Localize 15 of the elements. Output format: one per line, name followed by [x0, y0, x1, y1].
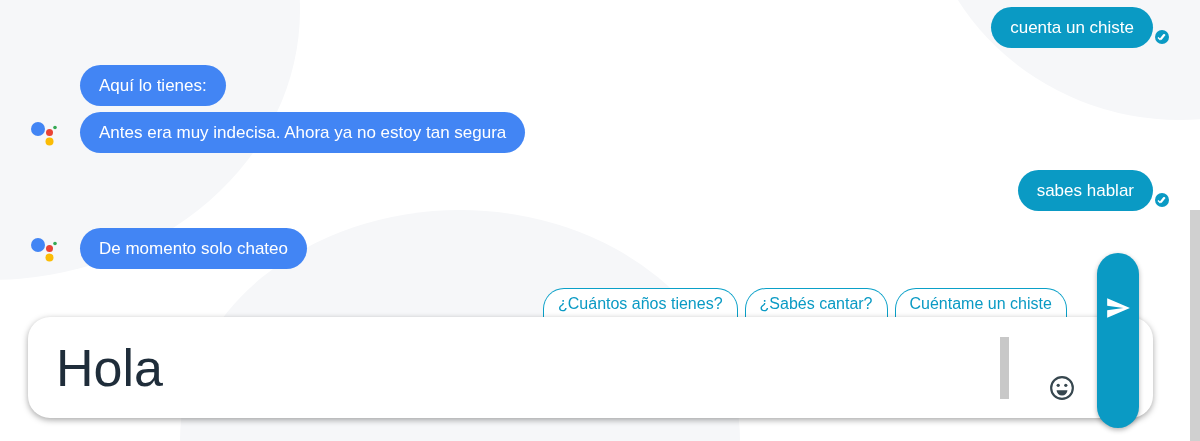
assistant-message: Aquí lo tienes:	[80, 65, 226, 106]
assistant-message: Antes era muy indecisa. Ahora ya no estoy tan segura	[80, 112, 526, 153]
message-input-field[interactable]: Hola	[28, 317, 1153, 418]
input-text: Hola	[56, 337, 164, 398]
emoji-icon[interactable]	[1049, 375, 1075, 401]
text-cursor	[1000, 336, 1009, 399]
send-button[interactable]	[1097, 253, 1139, 428]
scrollbar[interactable]	[1190, 210, 1200, 441]
assistant-message: De momento solo chateo	[80, 228, 307, 269]
send-icon	[1105, 295, 1131, 321]
suggestion-chip[interactable]: ¿Sabés cantar?	[744, 288, 888, 317]
suggestion-chip[interactable]: ¿Cuántos años tienes?	[543, 288, 738, 317]
suggestion-chip[interactable]: Cuéntame un chiste	[894, 288, 1067, 317]
user-message: sabes hablar	[1017, 170, 1153, 211]
user-message: cuenta un chiste	[991, 7, 1153, 48]
